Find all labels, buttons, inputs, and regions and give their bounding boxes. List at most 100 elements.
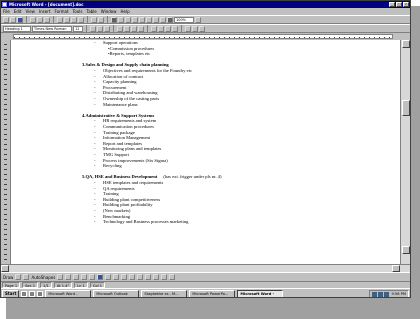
font-select[interactable]: Times New Roman <box>32 25 72 32</box>
increase-indent-icon[interactable] <box>172 25 178 32</box>
close-button[interactable]: × <box>403 2 409 7</box>
clock[interactable]: 9:56 PM <box>392 292 406 296</box>
clipart-icon[interactable] <box>105 274 112 280</box>
drawing-icon[interactable] <box>153 16 159 23</box>
italic-icon[interactable] <box>97 25 103 32</box>
document-page[interactable]: - Support operations •Commission procedure… <box>80 40 320 264</box>
wordart-icon[interactable] <box>97 274 104 280</box>
select-objects-icon[interactable] <box>15 274 22 280</box>
quicklaunch-desktop-icon[interactable] <box>21 291 28 297</box>
vertical-scrollbar[interactable] <box>400 40 410 264</box>
show-hide-icon[interactable] <box>167 16 173 23</box>
align-right-icon[interactable] <box>131 25 137 32</box>
tray-network-icon[interactable] <box>371 291 377 297</box>
autoshapes-menu[interactable]: AutoShapes <box>31 275 55 280</box>
bullets-icon[interactable] <box>158 25 164 32</box>
tray-antivirus-icon[interactable] <box>383 291 389 297</box>
free-rotate-icon[interactable] <box>23 274 30 280</box>
menu-table[interactable]: Table <box>86 9 96 14</box>
redo-icon[interactable] <box>98 16 104 23</box>
menu-insert[interactable]: Insert <box>39 9 50 14</box>
undo-icon[interactable] <box>91 16 97 23</box>
font-color-icon[interactable] <box>199 25 205 32</box>
help-icon[interactable] <box>195 16 201 23</box>
line-icon[interactable] <box>57 274 64 280</box>
list-item: - (New markets) <box>94 208 131 213</box>
zoom-select[interactable]: 100% <box>174 16 194 23</box>
textbox-icon[interactable] <box>89 274 96 280</box>
highlight-icon[interactable] <box>192 25 198 32</box>
numbering-icon[interactable] <box>151 25 157 32</box>
menu-file[interactable]: File <box>3 9 10 14</box>
spelling-icon[interactable] <box>44 16 50 23</box>
rectangle-icon[interactable] <box>73 274 80 280</box>
style-select[interactable]: Heading 1 <box>3 25 31 32</box>
menu-format[interactable]: Format <box>54 9 68 14</box>
tables-borders-icon[interactable] <box>125 16 131 23</box>
new-document-icon[interactable] <box>3 16 9 23</box>
paste-icon[interactable] <box>71 16 77 23</box>
font-color-draw-icon[interactable] <box>129 274 136 280</box>
oval-icon[interactable] <box>81 274 88 280</box>
align-center-icon[interactable] <box>124 25 130 32</box>
3d-icon[interactable] <box>169 274 176 280</box>
font-size-select[interactable]: 12 <box>73 25 83 32</box>
insert-table-icon[interactable] <box>132 16 138 23</box>
decrease-indent-icon[interactable] <box>165 25 171 32</box>
list-item: - Process improvements (Six Sigma) <box>94 157 168 163</box>
hyperlink-icon[interactable] <box>111 16 117 23</box>
copy-icon[interactable] <box>64 16 70 23</box>
columns-icon[interactable] <box>146 16 152 23</box>
section-heading: 4.Administrative & Support Systems <box>82 112 155 118</box>
insert-excel-icon[interactable] <box>139 16 145 23</box>
underline-icon[interactable] <box>104 25 110 32</box>
taskbar-button[interactable]: Microsoft Word - <box>45 290 92 297</box>
tray-volume-icon[interactable] <box>377 291 383 297</box>
taskbar-button[interactable]: Stagbekke xs - M... <box>141 290 188 297</box>
taskbar-button[interactable]: Microsoft Word - <box>237 290 284 297</box>
taskbar-button[interactable]: Microsoft PowerPo... <box>189 290 236 297</box>
fill-color-icon[interactable] <box>113 274 120 280</box>
scroll-down-icon[interactable] <box>402 246 410 254</box>
border-icon[interactable] <box>185 25 191 32</box>
taskbar-button[interactable]: Microsoft Outlook <box>93 290 140 297</box>
quicklaunch-mail-icon[interactable] <box>37 291 44 297</box>
line-color-icon[interactable] <box>121 274 128 280</box>
menu-view[interactable]: View <box>25 9 35 14</box>
maximize-button[interactable]: □ <box>396 2 402 7</box>
cut-icon[interactable] <box>57 16 63 23</box>
align-left-icon[interactable] <box>117 25 123 32</box>
horizontal-scrollbar[interactable] <box>1 264 410 272</box>
justify-icon[interactable] <box>138 25 144 32</box>
bold-icon[interactable] <box>90 25 96 32</box>
print-icon[interactable] <box>30 16 36 23</box>
start-button[interactable]: Start <box>2 290 20 297</box>
horizontal-ruler[interactable] <box>1 33 410 40</box>
shadow-icon[interactable] <box>161 274 168 280</box>
save-icon[interactable] <box>17 16 23 23</box>
line-style-icon[interactable] <box>137 274 144 280</box>
arrow-style-icon[interactable] <box>153 274 160 280</box>
menu-tools[interactable]: Tools <box>73 9 83 14</box>
open-folder-icon[interactable] <box>10 16 16 23</box>
menu-edit[interactable]: Edit <box>14 9 22 14</box>
word-app-icon[interactable] <box>2 2 7 7</box>
web-toolbar-icon[interactable] <box>118 16 124 23</box>
title-bar[interactable]: Microsoft Word - [document].doc _ □ × <box>1 1 410 8</box>
quicklaunch-browser-icon[interactable] <box>29 291 36 297</box>
menu-help[interactable]: Help <box>121 9 130 14</box>
document-map-icon[interactable] <box>160 16 166 23</box>
scroll-up-icon[interactable] <box>402 40 410 48</box>
menu-window[interactable]: Window <box>101 9 117 14</box>
document-area[interactable]: - Support operations •Commission procedure… <box>11 40 400 264</box>
scroll-thumb[interactable] <box>402 100 410 116</box>
scroll-right-icon[interactable] <box>392 265 400 272</box>
format-painter-icon[interactable] <box>78 16 84 23</box>
vertical-ruler[interactable] <box>1 40 11 264</box>
dash-style-icon[interactable] <box>145 274 152 280</box>
print-preview-icon[interactable] <box>37 16 43 23</box>
arrow-icon[interactable] <box>65 274 72 280</box>
scroll-left-icon[interactable] <box>1 265 9 272</box>
draw-menu[interactable]: Draw <box>3 275 13 280</box>
minimize-button[interactable]: _ <box>389 2 395 7</box>
